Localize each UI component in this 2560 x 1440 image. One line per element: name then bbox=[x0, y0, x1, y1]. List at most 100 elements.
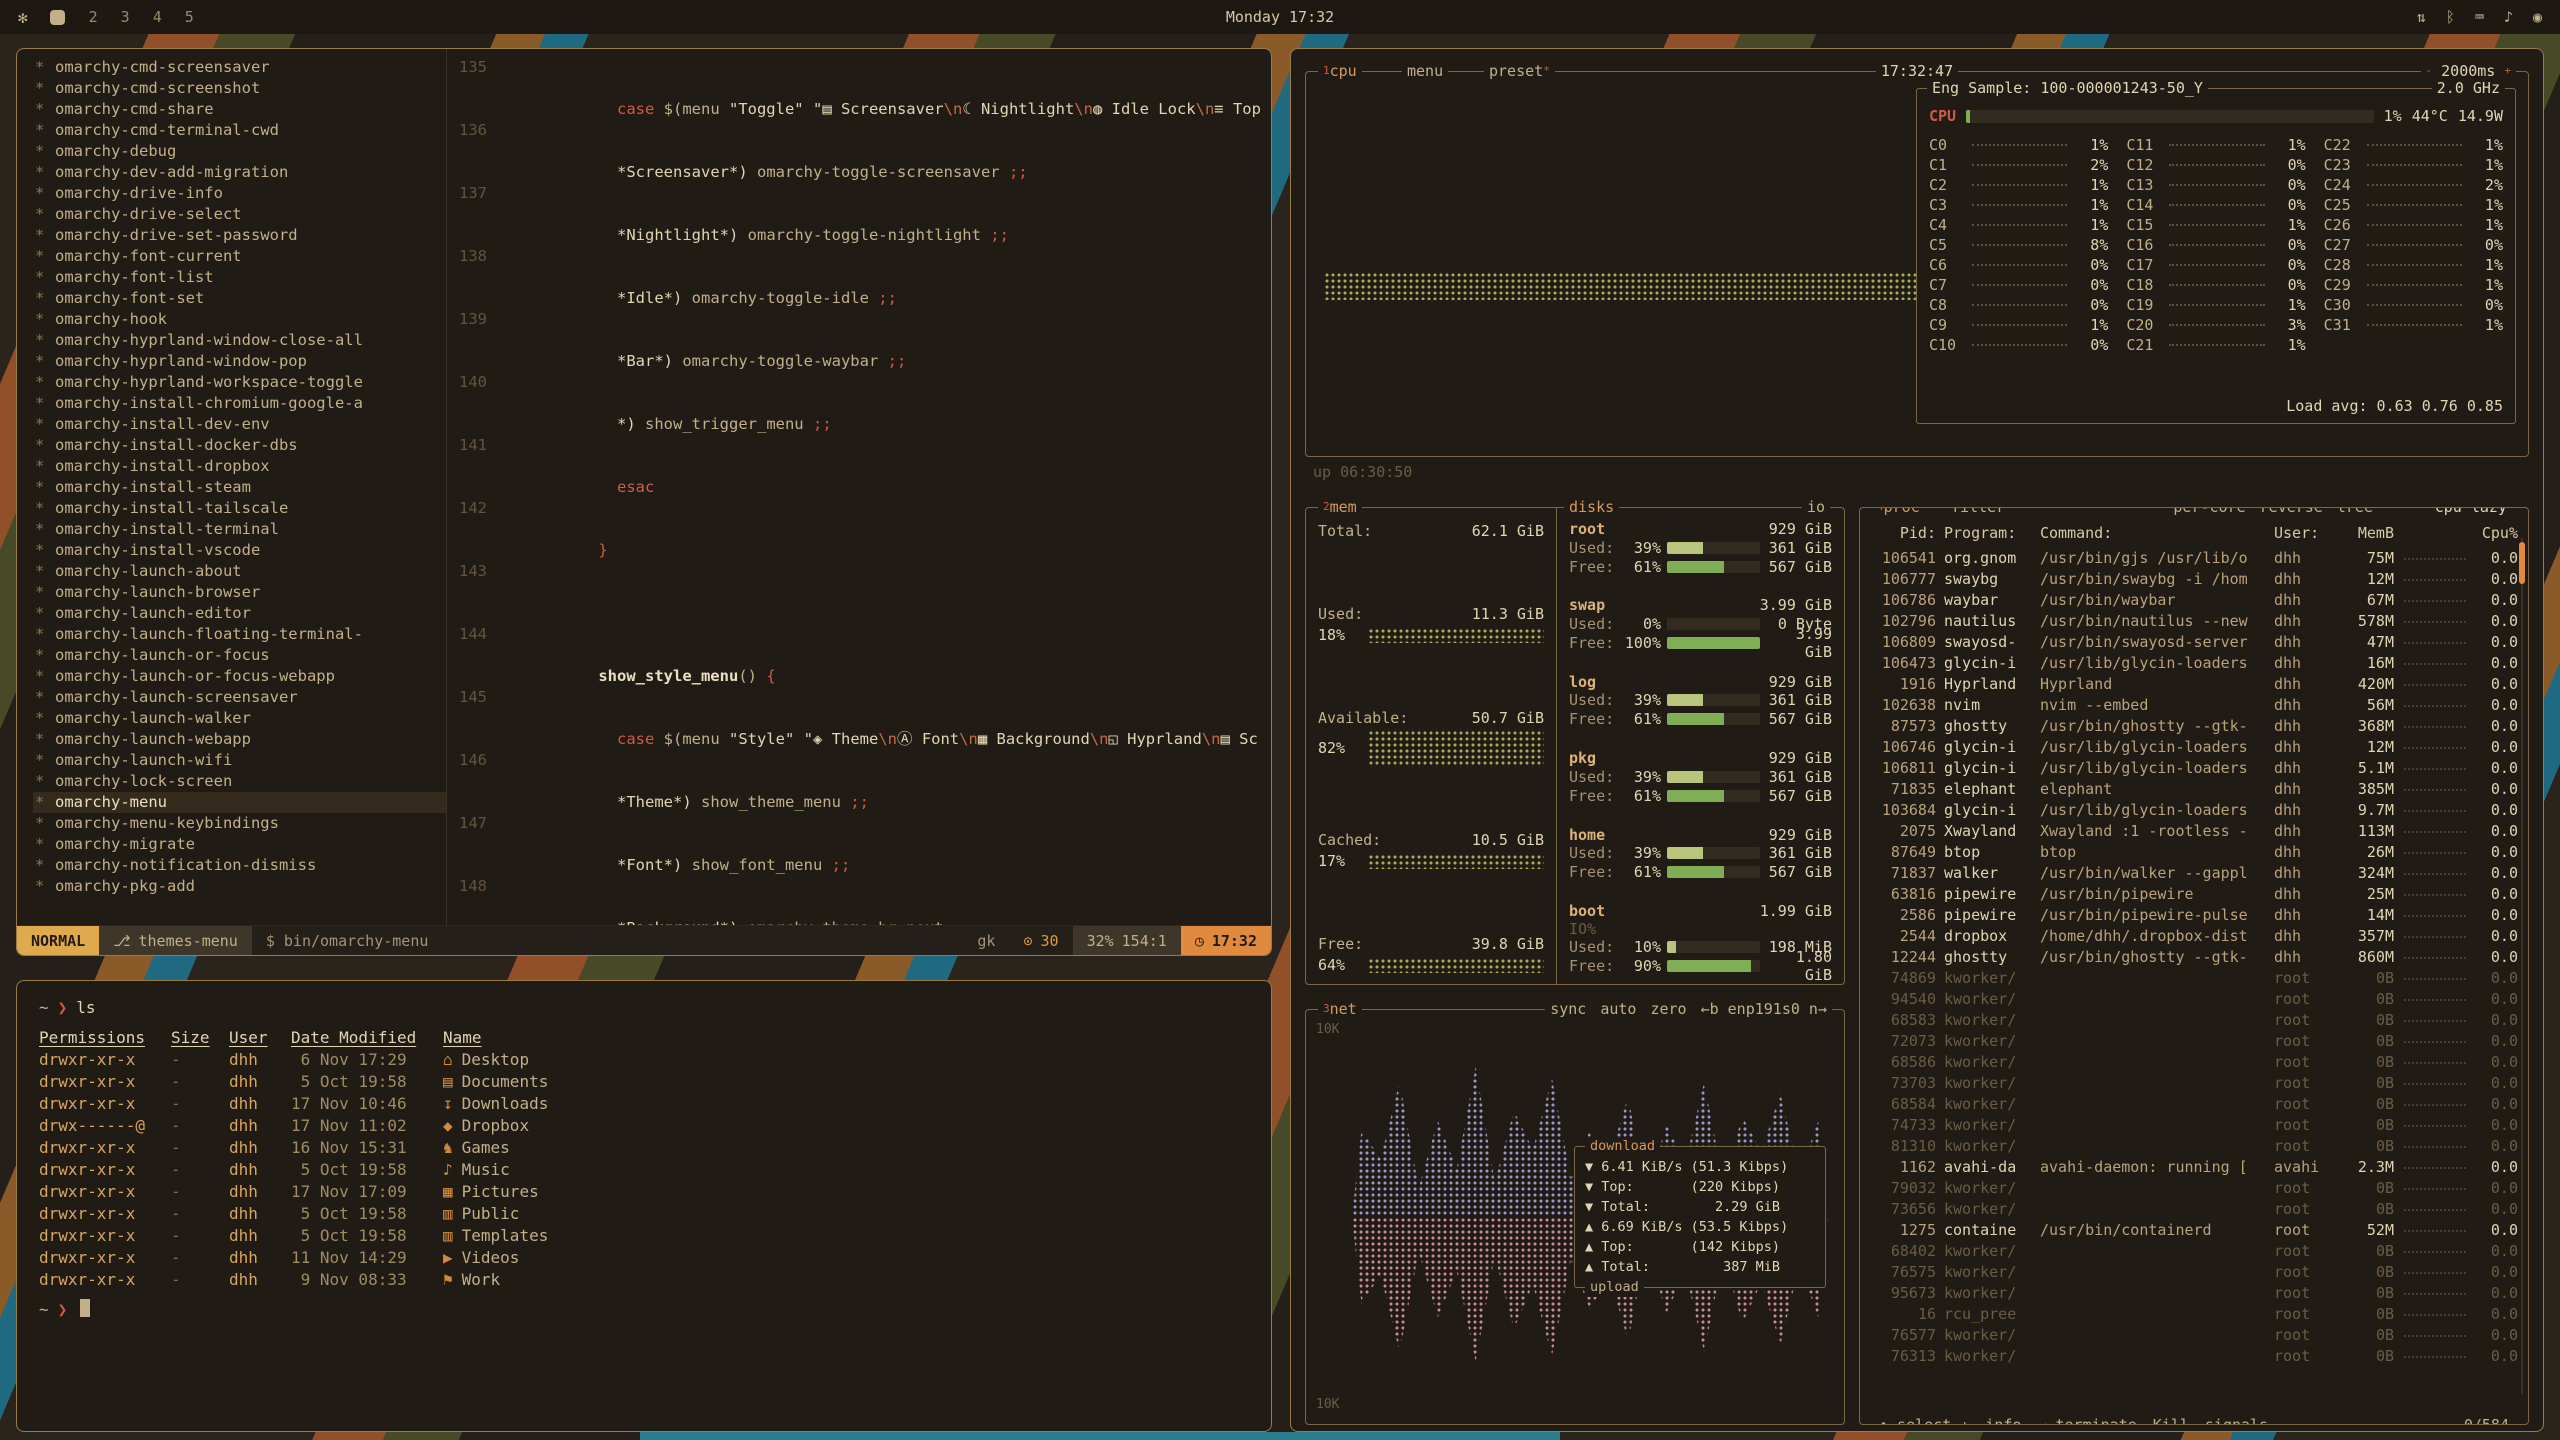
process-row[interactable]: 2075 Xwayland Xwayland :1 -rootless - dh… bbox=[1872, 821, 2518, 842]
file-item[interactable]: * omarchy-launch-walker bbox=[33, 708, 446, 729]
file-item[interactable]: * omarchy-install-vscode bbox=[33, 540, 446, 561]
process-row[interactable]: 76577 kworker/ root 0B 0.0 bbox=[1872, 1325, 2518, 1346]
file-item[interactable]: * omarchy-install-docker-dbs bbox=[33, 435, 446, 456]
file-item[interactable]: * omarchy-hyprland-window-pop bbox=[33, 351, 446, 372]
workspace-button[interactable]: 2 bbox=[87, 8, 100, 26]
file-item[interactable]: * omarchy-font-current bbox=[33, 246, 446, 267]
process-row[interactable]: 63816 pipewire /usr/bin/pipewire dhh 25M… bbox=[1872, 884, 2518, 905]
proc-header-row[interactable]: Pid: Program: Command: User: MemB Cpu% bbox=[1872, 524, 2518, 548]
file-item[interactable]: * omarchy-pkg-add bbox=[33, 876, 446, 897]
file-item[interactable]: * omarchy-launch-or-focus bbox=[33, 645, 446, 666]
workspace-1-active[interactable] bbox=[50, 10, 65, 25]
file-item[interactable]: * omarchy-launch-floating-terminal- bbox=[33, 624, 446, 645]
file-item[interactable]: * omarchy-launch-screensaver bbox=[33, 687, 446, 708]
file-item[interactable]: * omarchy-install-tailscale bbox=[33, 498, 446, 519]
file-item[interactable]: * omarchy-launch-wifi bbox=[33, 750, 446, 771]
file-item[interactable]: * omarchy-launch-browser bbox=[33, 582, 446, 603]
signals-button[interactable]: signals bbox=[2205, 1416, 2268, 1425]
file-item[interactable]: * omarchy-install-dev-env bbox=[33, 414, 446, 435]
prompt-line-empty[interactable]: ~ ❯ bbox=[39, 1299, 1249, 1321]
process-row[interactable]: 2586 pipewire /usr/bin/pipewire-pulse dh… bbox=[1872, 905, 2518, 926]
sync-icon[interactable]: ⇅ bbox=[2417, 8, 2426, 26]
process-row[interactable]: 106777 swaybg /usr/bin/swaybg -i /hom dh… bbox=[1872, 569, 2518, 590]
terminate-button[interactable]: ↵ terminate bbox=[2037, 1416, 2136, 1425]
process-row[interactable]: 1916 Hyprland Hyprland dhh 420M 0.0 bbox=[1872, 674, 2518, 695]
process-row[interactable]: 68583 kworker/ root 0B 0.0 bbox=[1872, 1010, 2518, 1031]
proc-box-title[interactable]: 4proc bbox=[1872, 507, 1925, 516]
file-item[interactable]: * omarchy-cmd-screenshot bbox=[33, 78, 446, 99]
workspace-button[interactable]: 4 bbox=[151, 8, 164, 26]
file-item[interactable]: * omarchy-cmd-terminal-cwd bbox=[33, 120, 446, 141]
process-row[interactable]: 12244 ghostty /usr/bin/ghostty --gtk- dh… bbox=[1872, 947, 2518, 968]
process-row[interactable]: 106811 glycin-i /usr/lib/glycin-loaders … bbox=[1872, 758, 2518, 779]
omarchy-logo-icon[interactable]: ✻ bbox=[18, 8, 28, 27]
process-row[interactable]: 76575 kworker/ root 0B 0.0 bbox=[1872, 1262, 2518, 1283]
cpu-box-title[interactable]: 1cpu bbox=[1318, 62, 1362, 80]
process-row[interactable]: 106809 swayosd- /usr/bin/swayosd-server … bbox=[1872, 632, 2518, 653]
process-row[interactable]: 72073 kworker/ root 0B 0.0 bbox=[1872, 1031, 2518, 1052]
process-row[interactable]: 1275 containe /usr/bin/containerd root 5… bbox=[1872, 1220, 2518, 1241]
file-item[interactable]: * omarchy-hook bbox=[33, 309, 446, 330]
file-item[interactable]: * omarchy-install-chromium-google-a bbox=[33, 393, 446, 414]
proc-option-toggle[interactable]: tree bbox=[2337, 507, 2373, 516]
file-item[interactable]: * omarchy-lock-screen bbox=[33, 771, 446, 792]
process-row[interactable]: 2544 dropbox /home/dhh/.dropbox-dist dhh… bbox=[1872, 926, 2518, 947]
process-row[interactable]: 106473 glycin-i /usr/lib/glycin-loaders … bbox=[1872, 653, 2518, 674]
file-item[interactable]: * omarchy-launch-or-focus-webapp bbox=[33, 666, 446, 687]
process-row[interactable]: 71837 walker /usr/bin/walker --gappl dhh… bbox=[1872, 863, 2518, 884]
file-list-pane[interactable]: * omarchy-cmd-screensaver * omarchy-cmd-… bbox=[17, 49, 447, 925]
proc-option-toggle[interactable]: per-core bbox=[2173, 507, 2245, 516]
process-row[interactable]: 87649 btop btop dhh 26M 0.0 bbox=[1872, 842, 2518, 863]
file-item[interactable]: * omarchy-launch-webapp bbox=[33, 729, 446, 750]
proc-scrollbar[interactable] bbox=[2519, 542, 2525, 584]
sort-selector[interactable]: cpu lazy bbox=[2430, 507, 2512, 516]
process-row[interactable]: 73656 kworker/ root 0B 0.0 bbox=[1872, 1199, 2518, 1220]
file-item[interactable]: * omarchy-launch-about bbox=[33, 561, 446, 582]
terminal-window[interactable]: ~ ❯ ls Permissions Size User Date Modifi… bbox=[16, 980, 1272, 1432]
io-toggle[interactable]: io bbox=[1802, 498, 1830, 516]
file-item[interactable]: * omarchy-install-terminal bbox=[33, 519, 446, 540]
file-item[interactable]: * omarchy-migrate bbox=[33, 834, 446, 855]
process-row[interactable]: 1162 avahi-da avahi-daemon: running [ av… bbox=[1872, 1157, 2518, 1178]
process-row[interactable]: 106786 waybar /usr/bin/waybar dhh 67M 0.… bbox=[1872, 590, 2518, 611]
proc-scroll-track[interactable] bbox=[2521, 538, 2523, 1394]
file-item[interactable]: * omarchy-hyprland-window-close-all bbox=[33, 330, 446, 351]
volume-icon[interactable]: ♪ bbox=[2504, 8, 2513, 26]
keyboard-icon[interactable]: ⌨ bbox=[2475, 8, 2484, 26]
process-row[interactable]: 87573 ghostty /usr/bin/ghostty --gtk- dh… bbox=[1872, 716, 2518, 737]
process-row[interactable]: 102796 nautilus /usr/bin/nautilus --new … bbox=[1872, 611, 2518, 632]
mem-box-title[interactable]: 2mem bbox=[1318, 498, 1362, 516]
disks-toggle[interactable]: disks bbox=[1564, 498, 1619, 516]
process-row[interactable]: 68586 kworker/ root 0B 0.0 bbox=[1872, 1052, 2518, 1073]
file-item[interactable]: * omarchy-launch-editor bbox=[33, 603, 446, 624]
workspace-button[interactable]: 3 bbox=[119, 8, 132, 26]
file-item[interactable]: * omarchy-notification-dismiss bbox=[33, 855, 446, 876]
file-item[interactable]: * omarchy-font-set bbox=[33, 288, 446, 309]
preset-button[interactable]: preset* bbox=[1484, 62, 1555, 80]
file-item[interactable]: * omarchy-install-steam bbox=[33, 477, 446, 498]
process-row[interactable]: 74733 kworker/ root 0B 0.0 bbox=[1872, 1115, 2518, 1136]
process-row[interactable]: 106541 org.gnom /usr/bin/gjs /usr/lib/o … bbox=[1872, 548, 2518, 569]
process-row[interactable]: 102638 nvim nvim --embed dhh 56M 0.0 bbox=[1872, 695, 2518, 716]
net-option-toggle[interactable]: sync bbox=[1550, 1000, 1586, 1018]
filter-button[interactable]: filter bbox=[1946, 507, 2010, 516]
file-item[interactable]: * omarchy-menu-keybindings bbox=[33, 813, 446, 834]
net-box-title[interactable]: 3net bbox=[1318, 1000, 1362, 1018]
file-item[interactable]: * omarchy-hyprland-workspace-toggle bbox=[33, 372, 446, 393]
interval-plus-button[interactable]: + bbox=[2504, 64, 2511, 77]
net-option-toggle[interactable]: auto bbox=[1600, 1000, 1636, 1018]
file-item[interactable]: * omarchy-install-dropbox bbox=[33, 456, 446, 477]
select-buttons[interactable]: ↑ select ↓ bbox=[1879, 1416, 1969, 1425]
process-row[interactable]: 95673 kworker/ root 0B 0.0 bbox=[1872, 1283, 2518, 1304]
file-item[interactable]: * omarchy-font-list bbox=[33, 267, 446, 288]
file-item[interactable]: * omarchy-drive-set-password bbox=[33, 225, 446, 246]
file-item[interactable]: * omarchy-dev-add-migration bbox=[33, 162, 446, 183]
bluetooth-icon[interactable]: ᛒ bbox=[2446, 8, 2455, 26]
process-row[interactable]: 106746 glycin-i /usr/lib/glycin-loaders … bbox=[1872, 737, 2518, 758]
net-option-toggle[interactable]: ←b enp191s0 n→ bbox=[1701, 1000, 1827, 1018]
process-row[interactable]: 73703 kworker/ root 0B 0.0 bbox=[1872, 1073, 2518, 1094]
file-item[interactable]: * omarchy-debug bbox=[33, 141, 446, 162]
workspace-button[interactable]: 5 bbox=[183, 8, 196, 26]
file-item[interactable]: * omarchy-cmd-share bbox=[33, 99, 446, 120]
file-item[interactable]: * omarchy-menu bbox=[33, 792, 446, 813]
